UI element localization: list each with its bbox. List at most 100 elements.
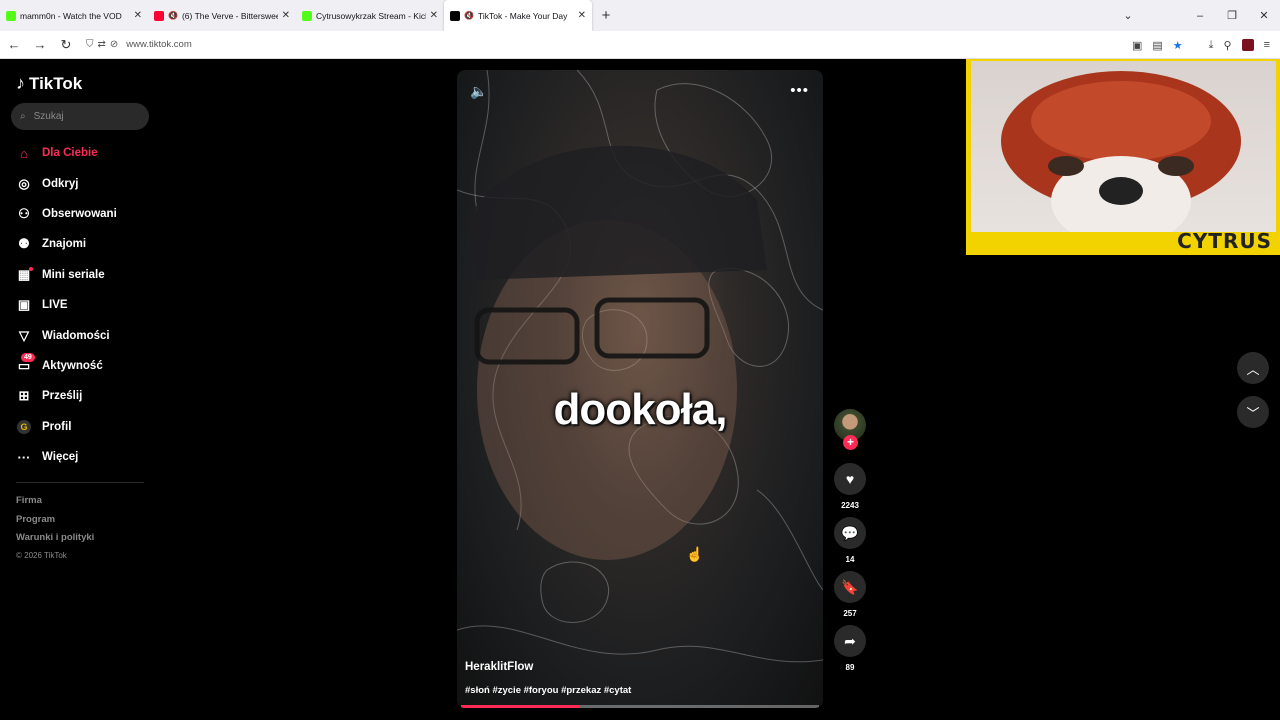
video-hashtags[interactable]: #słoń #zycie #foryou #przekaz #cytat <box>465 685 631 696</box>
sidebar-item-home[interactable]: ⌂ Dla Ciebie <box>0 138 160 168</box>
person-silhouette <box>467 145 767 560</box>
tab-list-chevron-icon[interactable]: ⌄ <box>1112 9 1144 22</box>
sidebar-item-upload[interactable]: ⊞ Prześlij <box>0 381 160 411</box>
sidebar-item-inbox[interactable]: ▭ 49 Aktywność <box>0 351 160 381</box>
search-placeholder: Szukaj <box>33 111 64 122</box>
comment-count: 14 <box>845 555 855 564</box>
video-caption-overlay: dookoła, <box>553 385 728 434</box>
live-icon: ▣ <box>17 297 31 313</box>
sidebar-item-friends[interactable]: ⚉ Znajomi <box>0 229 160 259</box>
minimize-icon[interactable]: – <box>1184 10 1216 22</box>
reload-icon[interactable]: ↻ <box>54 37 78 53</box>
compass-icon: ◎ <box>18 175 30 191</box>
upload-icon: ⊞ <box>18 388 30 404</box>
sidebar-item-label: Profil <box>42 420 72 433</box>
comment-button[interactable]: 💬 <box>834 517 866 549</box>
new-tab-button[interactable]: + <box>592 7 620 24</box>
video-player[interactable]: 🔈 ••• dookoła, HeraklitFlow #słoń #zycie… <box>457 70 823 708</box>
tab-close-icon[interactable]: ✕ <box>430 10 438 21</box>
send-icon: ▽ <box>19 327 29 343</box>
sidebar-item-label: Aktywność <box>42 359 103 372</box>
sidebar-item-live[interactable]: ▣ LIVE <box>0 290 160 320</box>
footer-terms-link[interactable]: Warunki i polityki <box>16 532 94 551</box>
sidebar-item-label: Prześlij <box>42 390 83 403</box>
forward-icon[interactable]: → <box>28 37 52 52</box>
tab-title: Cytrusowykrzak Stream - Kick D <box>316 10 426 21</box>
tab-title: (6) The Verve - Bittersweet <box>181 10 278 21</box>
tab-favicon-icon <box>302 10 312 21</box>
tab-mute-icon[interactable]: 🔇 <box>168 11 178 20</box>
video-progress-bar[interactable] <box>461 705 819 708</box>
next-video-button[interactable]: ﹀ <box>1237 396 1269 428</box>
tab-title: TikTok - Make Your Day <box>477 10 568 21</box>
camera-blocked-icon[interactable]: ⊘ <box>110 39 118 50</box>
save-button[interactable]: 🔖 <box>834 571 866 603</box>
share-button[interactable]: ➦ <box>834 625 866 657</box>
share-arrow-icon: ➦ <box>844 632 856 649</box>
menu-hamburger-icon[interactable]: ≡ <box>1264 39 1270 51</box>
tiktok-note-icon: ♪ <box>16 73 25 93</box>
sidebar-item-film[interactable]: ▦ Mini seriale <box>0 260 160 290</box>
more-dots-icon: ··· <box>17 449 31 465</box>
sidebar-item-compass[interactable]: ◎ Odkryj <box>0 168 160 198</box>
webcam-feed <box>971 61 1276 232</box>
tab-favicon-icon <box>450 10 460 21</box>
footer-company-link[interactable]: Firma <box>16 495 94 514</box>
chevron-down-icon: ﹀ <box>1246 405 1260 421</box>
tab-close-icon[interactable]: ✕ <box>282 10 290 21</box>
save-count: 257 <box>843 609 857 618</box>
home-icon: ⌂ <box>20 145 28 161</box>
search-input[interactable]: ⌕ Szukaj <box>11 103 149 130</box>
sidebar-item-label: Znajomi <box>42 238 87 251</box>
browser-tab[interactable]: Cytrusowykrzak Stream - Kick D ✕ <box>296 0 444 31</box>
close-window-icon[interactable]: ✕ <box>1248 9 1280 22</box>
following-icon: ⚇ <box>18 205 30 221</box>
downloads-icon[interactable]: ⤓ <box>1209 39 1214 52</box>
sidebar-item-label: Więcej <box>42 451 79 464</box>
volume-icon[interactable]: 🔈 <box>470 83 487 100</box>
profile-avatar-icon: G <box>16 419 32 435</box>
sidebar-item-more-dots[interactable]: ··· Więcej <box>0 442 160 472</box>
previous-video-button[interactable]: ︿ <box>1237 352 1269 384</box>
browser-tab[interactable]: mamm0n - Watch the VOD ✕ <box>0 0 148 31</box>
tiktok-logo[interactable]: ♪ TikTok <box>16 73 82 94</box>
author-avatar[interactable]: + <box>834 409 866 450</box>
webcam-label: CYTRUS <box>1177 229 1272 253</box>
toolbar-right: ▣ ▤ ★ ⤓ ⚲ ≡ <box>1132 31 1270 59</box>
sidebar-item-label: Obserwowani <box>42 207 117 220</box>
like-button[interactable]: ♥ <box>834 463 866 495</box>
url-field[interactable]: www.tiktok.com <box>126 39 191 50</box>
tab-mute-icon[interactable]: 🔇 <box>464 11 474 20</box>
extension-shield-icon[interactable] <box>1241 39 1254 51</box>
url-bar-icons: ⛉ ⇄ ⊘ <box>86 39 118 50</box>
back-icon[interactable]: ← <box>2 37 26 52</box>
footer-program-link[interactable]: Program <box>16 514 94 533</box>
sidebar-item-label: Wiadomości <box>42 329 110 342</box>
video-author[interactable]: HeraklitFlow <box>465 661 533 673</box>
more-options-icon[interactable]: ••• <box>790 82 809 99</box>
tiktok-sidebar: ♪ TikTok ⌕ Szukaj ⌂ Dla Ciebie ◎ Odkryj ⚇ Obs… <box>0 59 160 720</box>
webcam-overlay: CYTRUS <box>966 59 1280 255</box>
extensions-icon[interactable]: ⚲ <box>1224 39 1232 52</box>
sidebar-item-label: LIVE <box>42 299 68 312</box>
sidebar-item-send[interactable]: ▽ Wiadomości <box>0 320 160 350</box>
bookmark-icon: 🔖 <box>841 578 859 595</box>
sidebar-footer: Firma Program Warunki i polityki © 2026 … <box>16 495 94 569</box>
browser-tab-bar: mamm0n - Watch the VOD ✕ 🔇 (6) The Verve - … <box>0 0 1280 31</box>
permissions-icon[interactable]: ⇄ <box>98 39 106 50</box>
bookmark-star-icon[interactable]: ★ <box>1173 39 1183 52</box>
sidebar-item-following[interactable]: ⚇ Obserwowani <box>0 199 160 229</box>
sidebar-item-label: Mini seriale <box>42 268 105 281</box>
shield-icon[interactable]: ⛉ <box>86 39 94 50</box>
sidebar-divider <box>16 482 144 483</box>
browser-tab[interactable]: 🔇 (6) The Verve - Bittersweet ✕ <box>148 0 296 31</box>
sidebar-item-profile-avatar[interactable]: G Profil <box>0 412 160 442</box>
follow-plus-icon[interactable]: + <box>843 435 858 450</box>
reader-view-icon[interactable]: ▤ <box>1152 39 1162 52</box>
restore-icon[interactable]: ❐ <box>1216 9 1248 22</box>
tab-close-icon[interactable]: ✕ <box>578 10 586 21</box>
like-count: 2243 <box>841 501 859 510</box>
browser-tab[interactable]: 🔇 TikTok - Make Your Day ✕ <box>444 0 592 31</box>
picture-in-picture-icon[interactable]: ▣ <box>1132 39 1142 52</box>
tab-close-icon[interactable]: ✕ <box>134 10 142 21</box>
